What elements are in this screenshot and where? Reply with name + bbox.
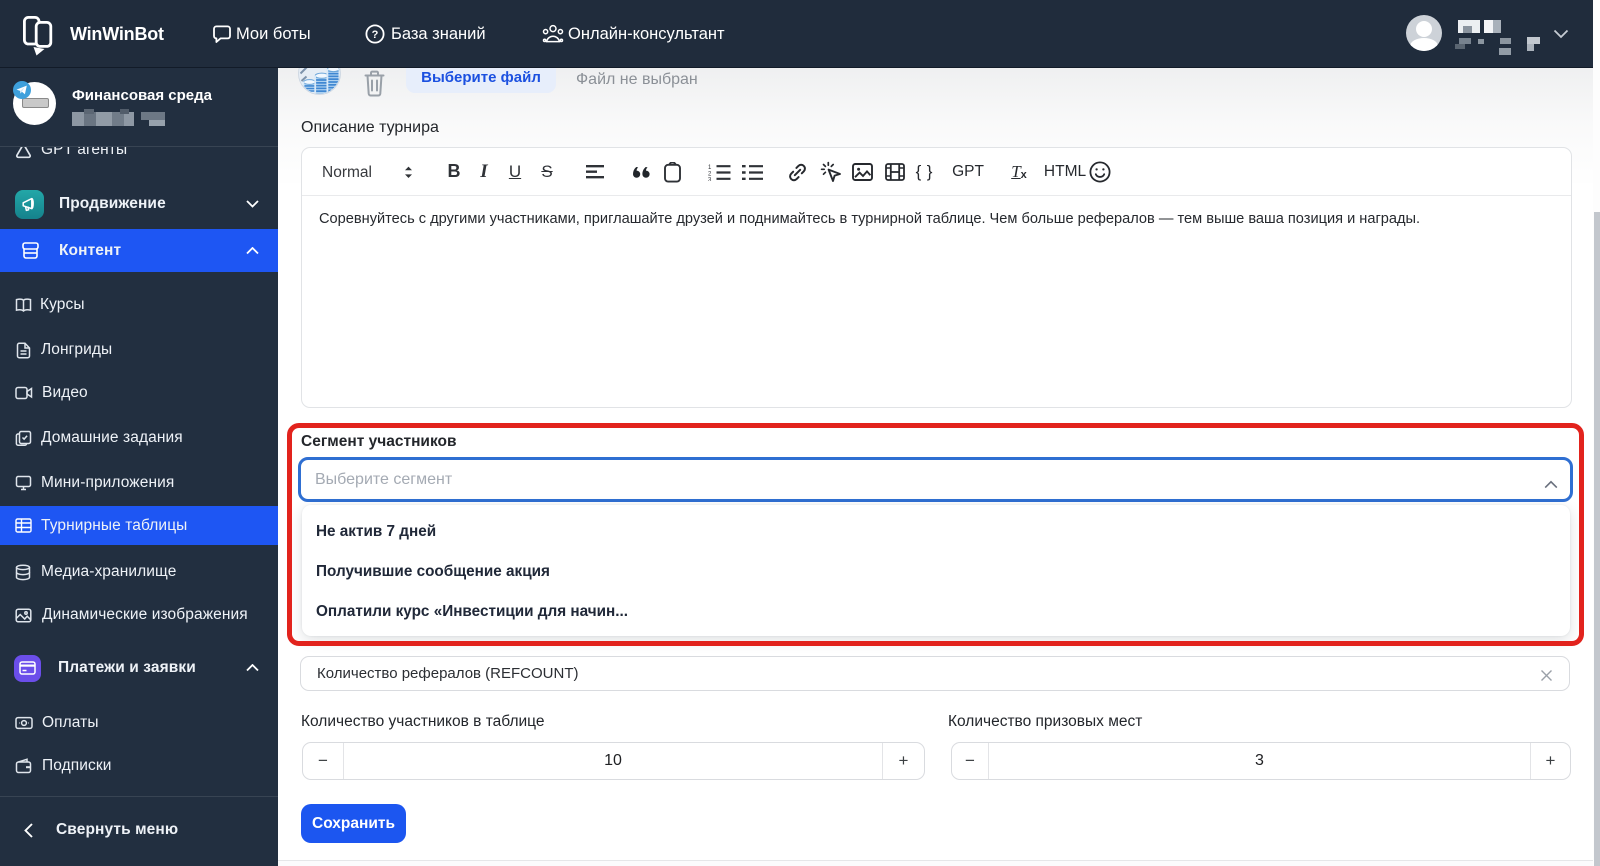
svg-text:3: 3: [708, 178, 712, 181]
svg-text:1: 1: [708, 165, 712, 171]
svg-text:?: ?: [372, 29, 379, 41]
svg-text:2: 2: [708, 171, 712, 177]
